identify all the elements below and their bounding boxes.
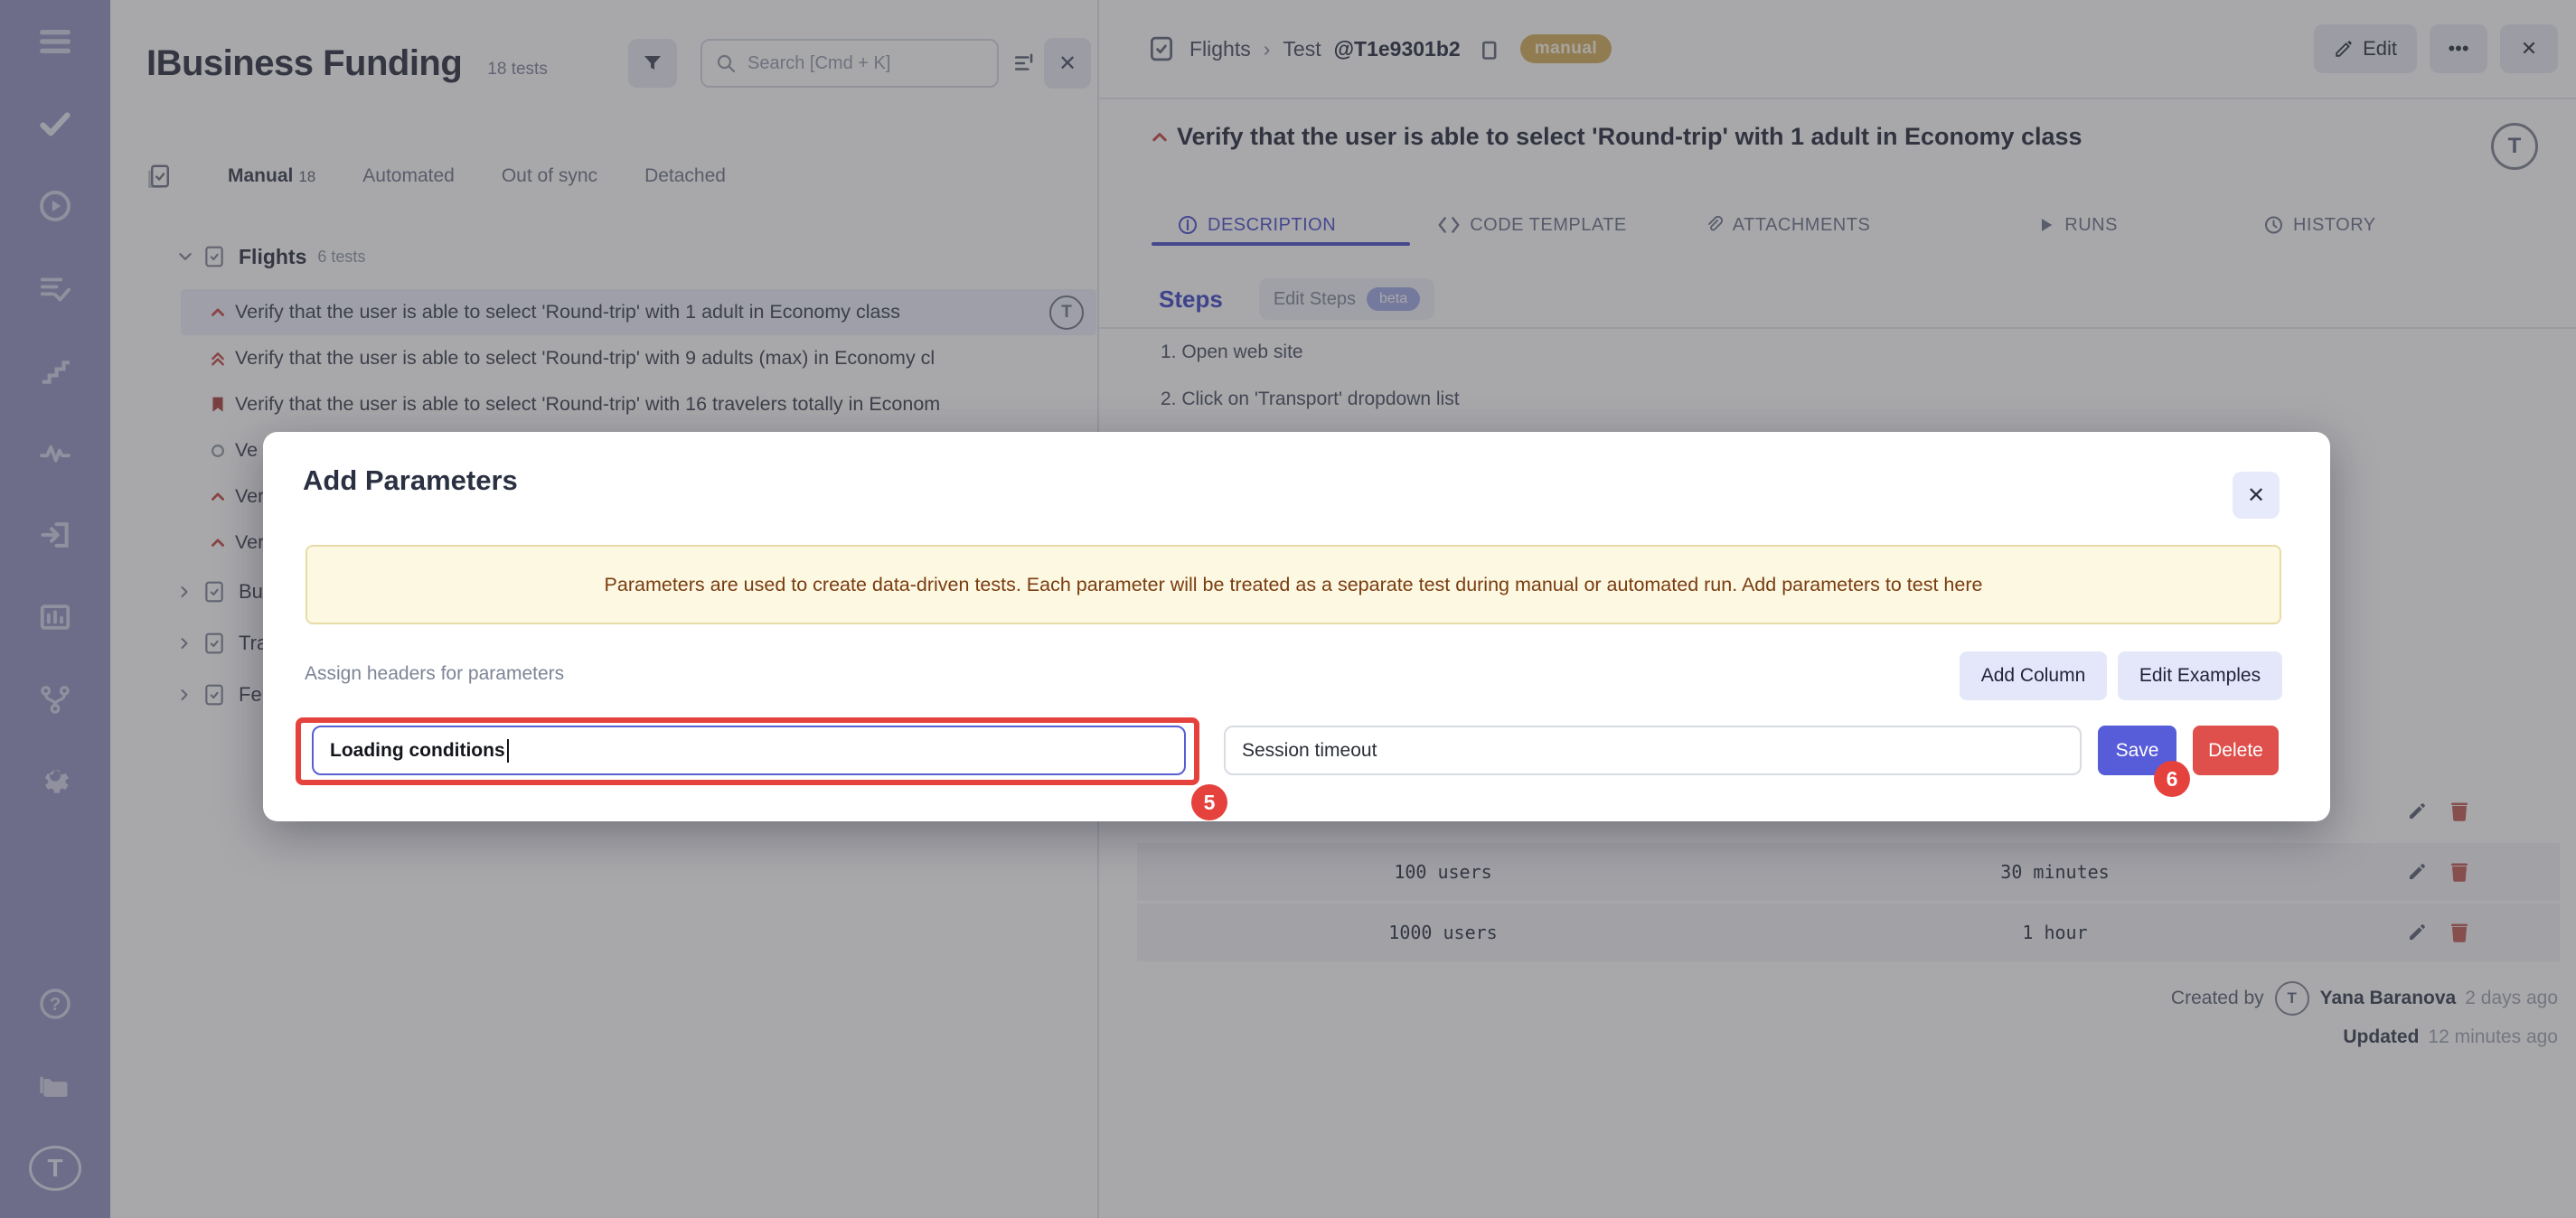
info-text: Parameters are used to create data-drive… [605, 574, 1983, 596]
annotation-badge-5: 5 [1191, 784, 1227, 820]
app-screen: ? T IBusiness Funding 18 tests ✕ Manua [0, 0, 2576, 1218]
edit-examples-button[interactable]: Edit Examples [2118, 651, 2282, 700]
modal-title: Add Parameters [303, 464, 518, 497]
add-column-button[interactable]: Add Column [1960, 651, 2107, 700]
delete-button[interactable]: Delete [2193, 726, 2279, 775]
annotation-box-5 [296, 717, 1199, 785]
assign-headers-link[interactable]: Assign headers for parameters [305, 663, 564, 685]
parameter-name-input-2[interactable] [1224, 726, 2082, 775]
modal-close-button[interactable]: ✕ [2233, 472, 2280, 519]
info-banner: Parameters are used to create data-drive… [306, 545, 2281, 624]
annotation-badge-6: 6 [2154, 761, 2190, 797]
